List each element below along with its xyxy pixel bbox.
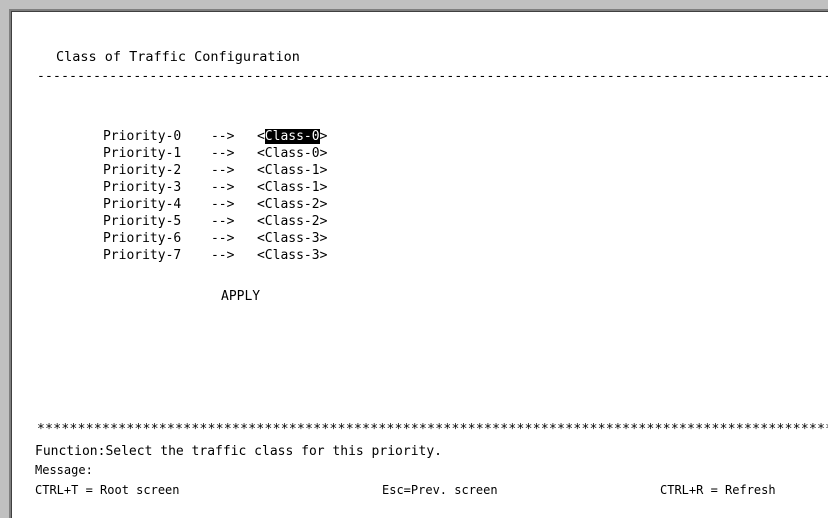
prev-screen-hint[interactable]: Esc=Prev. screen [382, 482, 498, 499]
key-hints: CTRL+T = Root screen Esc=Prev. screen CT… [35, 482, 825, 499]
priority-row-4: Priority-4 --> <Class-2> [56, 179, 327, 212]
priority-row-7: Priority-7 --> <Class-3> [56, 230, 327, 263]
class-selector-7[interactable]: <Class-3> [257, 247, 327, 264]
class-value: Class-3 [264, 248, 320, 263]
footer-separator: ****************************************… [37, 422, 828, 437]
priority-row-2: Priority-2 --> <Class-1> [56, 145, 327, 178]
priority-row-6: Priority-6 --> <Class-3> [56, 213, 327, 246]
page-title: Class of Traffic Configuration [56, 49, 300, 65]
priority-label: Priority-7 [102, 248, 182, 263]
title-separator: ----------------------------------------… [37, 69, 828, 84]
message-label: Message: [35, 463, 93, 477]
window-frame-inner-left [11, 11, 12, 518]
root-screen-hint[interactable]: CTRL+T = Root screen [35, 482, 180, 499]
arrow: --> [210, 248, 235, 263]
function-line: Function:Select the traffic class for th… [35, 443, 442, 460]
priority-row-0: Priority-0 --> <Class-0> [56, 111, 327, 144]
function-label: Function: [35, 444, 106, 459]
message-line: Message: [35, 462, 93, 479]
refresh-hint[interactable]: CTRL+R = Refresh [660, 482, 776, 499]
priority-row-1: Priority-1 --> <Class-0> [56, 128, 327, 161]
terminal-screen: Class of Traffic Configuration ---------… [16, 0, 828, 518]
apply-button[interactable]: APPLY [221, 288, 260, 305]
priority-row-3: Priority-3 --> <Class-1> [56, 162, 327, 195]
priority-row-5: Priority-5 --> <Class-2> [56, 196, 327, 229]
function-text: Select the traffic class for this priori… [105, 444, 442, 459]
